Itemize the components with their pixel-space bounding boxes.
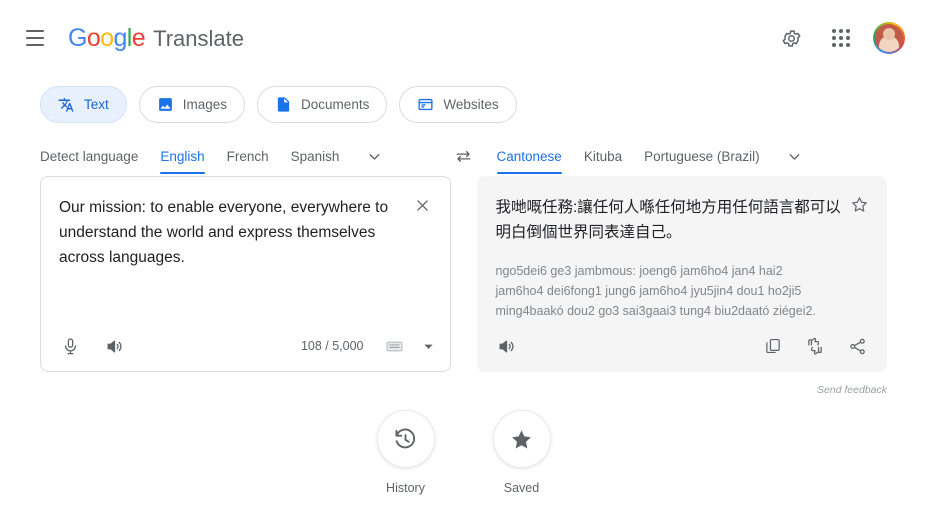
- source-input-area[interactable]: Our mission: to enable everyone, everywh…: [41, 177, 450, 321]
- saved-label: Saved: [503, 481, 540, 495]
- history-label: History: [386, 481, 425, 495]
- source-lang-french[interactable]: French: [227, 138, 269, 174]
- app-header: Google Translate: [0, 0, 927, 76]
- text-panels: Our mission: to enable everyone, everywh…: [40, 176, 887, 372]
- source-lang-spanish[interactable]: Spanish: [291, 138, 340, 174]
- apps-grid-icon[interactable]: [823, 20, 859, 56]
- tab-label: Text: [84, 97, 109, 112]
- target-panel: 我哋嘅任務:讓任何人喺任何地方用任何語言都可以明白倒個世界同表達自己。 ngo5…: [476, 176, 887, 372]
- target-language-bar: Cantonese Kituba Portuguese (Brazil): [496, 138, 888, 174]
- caret-down-icon[interactable]: [420, 335, 438, 357]
- target-output-area: 我哋嘅任務:讓任何人喺任何地方用任何語言都可以明白倒個世界同表達自己。 ngo5…: [478, 177, 887, 321]
- history-button[interactable]: History: [376, 410, 435, 495]
- source-lang-detect[interactable]: Detect language: [40, 138, 138, 174]
- saved-button[interactable]: Saved: [492, 410, 551, 495]
- speaker-icon[interactable]: [490, 329, 524, 363]
- swap-wrap: [431, 141, 497, 171]
- brand-logo[interactable]: Google Translate: [68, 24, 244, 53]
- translation-area: Detect language English French Spanish C…: [40, 138, 887, 372]
- tab-images[interactable]: Images: [138, 86, 246, 123]
- tab-documents[interactable]: Documents: [257, 86, 388, 123]
- bottom-actions: History Saved: [0, 410, 927, 495]
- tab-websites[interactable]: Websites: [399, 86, 517, 123]
- source-toolbar: 108 / 5,000: [41, 321, 450, 371]
- panel-divider: [451, 176, 477, 372]
- google-wordmark: Google: [68, 23, 146, 52]
- google-translate-app: Google Translate Text Images Documents W…: [0, 0, 927, 515]
- source-lang-english[interactable]: English: [160, 138, 205, 174]
- tab-text[interactable]: Text: [40, 86, 127, 123]
- tab-label: Images: [182, 97, 228, 112]
- speaker-icon[interactable]: [97, 329, 131, 363]
- rate-translation-icon[interactable]: [798, 329, 832, 363]
- gear-icon[interactable]: [773, 20, 809, 56]
- history-circle[interactable]: [376, 410, 435, 468]
- target-lang-kituba[interactable]: Kituba: [584, 138, 622, 174]
- share-icon[interactable]: [840, 329, 874, 363]
- close-icon[interactable]: [408, 190, 438, 220]
- hamburger-menu-icon[interactable]: [18, 21, 52, 55]
- language-selector-row: Detect language English French Spanish C…: [40, 138, 887, 174]
- target-toolbar: [478, 321, 887, 371]
- translated-text[interactable]: 我哋嘅任務:讓任何人喺任何地方用任何語言都可以明白倒個世界同表達自己。: [496, 195, 844, 245]
- saved-circle[interactable]: [492, 410, 551, 468]
- keyboard-icon[interactable]: [378, 329, 412, 363]
- tab-label: Documents: [301, 97, 370, 112]
- copy-icon[interactable]: [756, 329, 790, 363]
- source-panel: Our mission: to enable everyone, everywh…: [40, 176, 451, 372]
- chevron-down-icon[interactable]: [782, 143, 808, 169]
- target-lang-cantonese[interactable]: Cantonese: [496, 138, 563, 174]
- mode-tabs: Text Images Documents Websites: [40, 86, 517, 123]
- source-text[interactable]: Our mission: to enable everyone, everywh…: [59, 195, 399, 270]
- character-counter: 108 / 5,000: [300, 339, 364, 353]
- transliteration-text: ngo5dei6 ge3 jambmous: joeng6 jam6ho4 ja…: [495, 264, 816, 318]
- target-lang-portuguese-brazil[interactable]: Portuguese (Brazil): [644, 138, 760, 174]
- star-outline-icon[interactable]: [844, 189, 874, 219]
- product-name: Translate: [153, 25, 244, 51]
- source-language-bar: Detect language English French Spanish: [40, 138, 431, 174]
- account-avatar[interactable]: [873, 22, 905, 54]
- microphone-icon[interactable]: [53, 329, 87, 363]
- chevron-down-icon[interactable]: [361, 143, 387, 169]
- header-actions: [773, 20, 905, 56]
- swap-languages-icon[interactable]: [449, 141, 479, 171]
- send-feedback-link[interactable]: Send feedback: [817, 384, 887, 396]
- tab-label: Websites: [443, 97, 499, 112]
